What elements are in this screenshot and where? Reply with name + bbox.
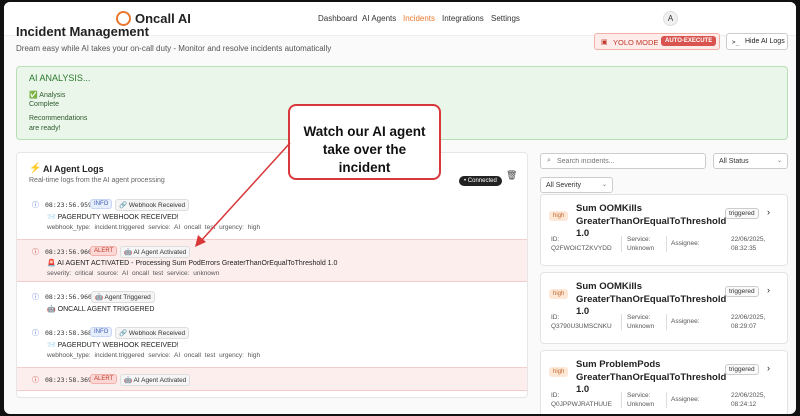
app-window: Oncall AI Dashboard AI Agents Incidents … [4, 2, 796, 414]
annotation-arrow [195, 142, 291, 247]
